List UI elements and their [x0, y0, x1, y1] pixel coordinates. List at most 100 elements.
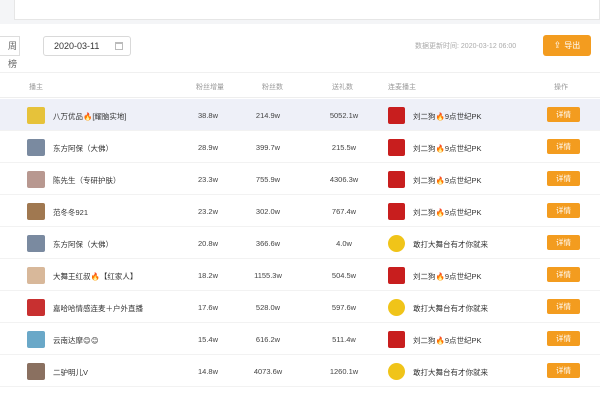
pk-avatar [388, 363, 405, 380]
pk-avatar [388, 139, 405, 156]
fan-growth-value: 20.8w [197, 239, 218, 248]
pk-host-name[interactable]: 刘二狗🔥9点世纪PK [413, 175, 482, 186]
avatar [27, 235, 45, 252]
table-body: 八万优品🔥[耀脑实地] 38.8w 214.9w 5052.1w 刘二狗🔥9点世纪PK 详… [0, 99, 600, 387]
avatar [27, 267, 45, 284]
col-pk-host: 连麦播主 [388, 84, 416, 91]
gifts-value: 597.6w [331, 303, 357, 312]
fan-growth-value: 38.8w [197, 111, 218, 120]
gifts-value: 767.4w [331, 207, 357, 216]
fan-growth-value: 28.9w [197, 143, 218, 152]
fan-growth-value: 15.4w [197, 335, 218, 344]
fans-value: 399.7w [255, 143, 281, 152]
upload-icon: ⇪ [553, 40, 562, 50]
host-name[interactable]: 二驴明儿V [53, 367, 88, 378]
avatar [27, 139, 45, 156]
pk-host-name[interactable]: 敢打大舞台有才你就来 [413, 239, 488, 250]
pk-host-name[interactable]: 刘二狗🔥9点世纪PK [413, 271, 482, 282]
fans-value: 4073.6w [253, 367, 283, 376]
detail-button[interactable]: 详情 [547, 107, 580, 122]
export-label: 导出 [564, 41, 581, 50]
gifts-value: 4306.3w [329, 175, 359, 184]
fan-growth-value: 14.8w [197, 367, 218, 376]
fans-value: 616.2w [255, 335, 281, 344]
pk-avatar [388, 235, 405, 252]
table-row[interactable]: 东方阿保（大佛） 20.8w 366.6w 4.0w 敢打大舞台有才你就来 详情 [0, 227, 600, 259]
col-host: 播主 [29, 84, 43, 91]
update-value: 2020-03-12 06:00 [460, 43, 517, 50]
pk-host-name[interactable]: 敢打大舞台有才你就来 [413, 303, 488, 314]
host-name[interactable]: 八万优品🔥[耀脑实地] [53, 111, 127, 122]
date-value: 2020-03-11 [54, 41, 100, 51]
pk-host-name[interactable]: 刘二狗🔥9点世纪PK [413, 143, 482, 154]
gifts-value: 511.4w [332, 335, 356, 344]
pk-avatar [388, 267, 405, 284]
table-row[interactable]: 大舞王红叔🔥【红家人】 18.2w 1155.3w 504.5w 刘二狗🔥9点世纪PK 详… [0, 259, 600, 291]
detail-button[interactable]: 详情 [547, 235, 580, 250]
fans-value: 214.9w [255, 111, 281, 120]
host-name[interactable]: 陈先生（专研护肤） [53, 175, 121, 186]
detail-button[interactable]: 详情 [547, 363, 580, 378]
avatar [27, 107, 45, 124]
host-name[interactable]: 东方阿保（大佛） [53, 239, 113, 250]
col-gifts[interactable]: 送礼数 [332, 82, 353, 92]
detail-button[interactable]: 详情 [547, 171, 580, 186]
export-button[interactable]: ⇪ 导出 [543, 35, 591, 56]
page: 周榜 2020-03-11 数据更新时间: 2020-03-12 06:00 ⇪… [0, 0, 600, 400]
table-row[interactable]: 东方阿保（大佛） 28.9w 399.7w 215.5w 刘二狗🔥9点世纪PK 详情 [0, 131, 600, 163]
table-header: 播主 粉丝增量 粉丝数 送礼数 连麦播主 操作 [0, 72, 600, 98]
table-row[interactable]: 嘉哈哈情感连麦＋户外直播 17.6w 528.0w 597.6w 敢打大舞台有才你就来 详… [0, 291, 600, 323]
gifts-value: 215.5w [331, 143, 357, 152]
top-strip [0, 0, 600, 22]
fan-growth-value: 23.2w [197, 207, 218, 216]
detail-button[interactable]: 详情 [547, 267, 580, 282]
fan-growth-value: 23.3w [197, 175, 218, 184]
table-row[interactable]: 陈先生（专研护肤） 23.3w 755.9w 4306.3w 刘二狗🔥9点世纪PK 详情 [0, 163, 600, 195]
table-row[interactable]: 云南达摩😊😊 15.4w 616.2w 511.4w 刘二狗🔥9点世纪PK 详情 [0, 323, 600, 355]
date-picker[interactable]: 2020-03-11 [43, 36, 131, 56]
update-time: 数据更新时间: 2020-03-12 06:00 [415, 41, 516, 51]
fans-value: 302.0w [255, 207, 281, 216]
col-fans[interactable]: 粉丝数 [262, 82, 283, 92]
gifts-value: 4.0w [336, 239, 352, 248]
fans-value: 528.0w [255, 303, 281, 312]
avatar [27, 299, 45, 316]
fans-value: 366.6w [255, 239, 281, 248]
table-row[interactable]: 二驴明儿V 14.8w 4073.6w 1260.1w 敢打大舞台有才你就来 详情 [0, 355, 600, 387]
pk-avatar [388, 299, 405, 316]
pk-host-name[interactable]: 刘二狗🔥9点世纪PK [413, 111, 482, 122]
pk-host-name[interactable]: 刘二狗🔥9点世纪PK [413, 207, 482, 218]
detail-button[interactable]: 详情 [547, 331, 580, 346]
host-name[interactable]: 大舞王红叔🔥【红家人】 [53, 271, 137, 282]
col-fan-growth[interactable]: 粉丝增量 [196, 82, 224, 92]
detail-button[interactable]: 详情 [547, 203, 580, 218]
gifts-value: 504.5w [331, 271, 357, 280]
toolbar: 周榜 2020-03-11 数据更新时间: 2020-03-12 06:00 ⇪… [0, 24, 600, 70]
avatar [27, 203, 45, 220]
table-row[interactable]: 范冬冬921 23.2w 302.0w 767.4w 刘二狗🔥9点世纪PK 详情 [0, 195, 600, 227]
pk-host-name[interactable]: 刘二狗🔥9点世纪PK [413, 335, 482, 346]
host-name[interactable]: 东方阿保（大佛） [53, 143, 113, 154]
pk-avatar [388, 107, 405, 124]
avatar [27, 331, 45, 348]
host-name[interactable]: 嘉哈哈情感连麦＋户外直播 [53, 303, 143, 314]
top-search-box[interactable] [14, 0, 600, 20]
fans-value: 1155.3w [254, 271, 282, 280]
pk-avatar [388, 171, 405, 188]
table-row[interactable]: 八万优品🔥[耀脑实地] 38.8w 214.9w 5052.1w 刘二狗🔥9点世纪PK 详… [0, 99, 600, 131]
fan-growth-value: 18.2w [197, 271, 218, 280]
pk-host-name[interactable]: 敢打大舞台有才你就来 [413, 367, 488, 378]
calendar-icon [115, 42, 123, 50]
avatar [27, 171, 45, 188]
fan-growth-value: 17.6w [197, 303, 218, 312]
ranking-panel: 周榜 2020-03-11 数据更新时间: 2020-03-12 06:00 ⇪… [0, 24, 600, 400]
host-name[interactable]: 云南达摩😊😊 [53, 335, 99, 346]
gifts-value: 5052.1w [329, 111, 359, 120]
host-name[interactable]: 范冬冬921 [53, 207, 88, 218]
detail-button[interactable]: 详情 [547, 299, 580, 314]
detail-button[interactable]: 详情 [547, 139, 580, 154]
pk-avatar [388, 331, 405, 348]
col-actions: 操作 [554, 84, 568, 91]
tab-week[interactable]: 周榜 [0, 36, 20, 69]
update-label: 数据更新时间: [415, 43, 459, 50]
